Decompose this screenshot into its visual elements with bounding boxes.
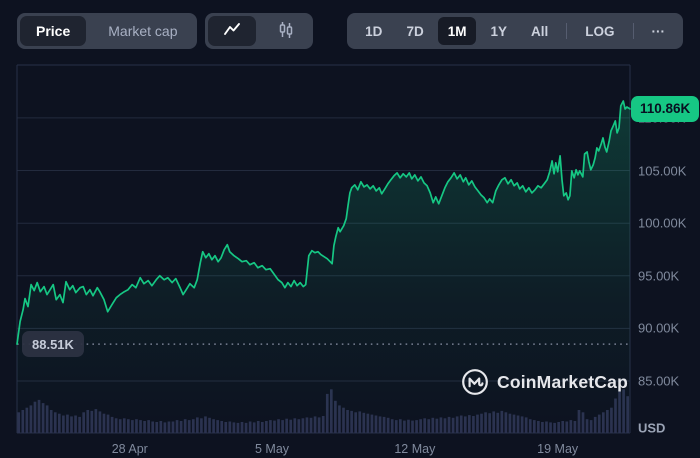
- candlestick-chart-button[interactable]: [262, 16, 310, 46]
- y-axis-unit-label: USD: [638, 421, 665, 436]
- divider: [633, 23, 634, 39]
- chart-canvas[interactable]: [0, 55, 700, 458]
- chart-type-toggle: [205, 13, 313, 49]
- low-price-badge: 88.51K: [22, 331, 84, 357]
- coinmarketcap-logo-icon: [461, 368, 489, 396]
- log-scale-button[interactable]: LOG: [575, 17, 624, 45]
- range-button-1d[interactable]: 1D: [355, 17, 392, 45]
- y-axis-label: 95.00K: [638, 268, 679, 283]
- range-button-7d[interactable]: 7D: [396, 17, 433, 45]
- range-selector: 1D 7D 1M 1Y All LOG ···: [347, 13, 683, 49]
- current-price-badge: 110.86K: [631, 96, 699, 122]
- y-axis-label: 90.00K: [638, 321, 679, 336]
- range-button-1m[interactable]: 1M: [438, 17, 477, 45]
- coinmarketcap-watermark: CoinMarketCap: [461, 367, 628, 397]
- range-button-all[interactable]: All: [521, 17, 558, 45]
- y-axis-label: 85.00K: [638, 374, 679, 389]
- x-axis-label: 5 May: [255, 442, 289, 456]
- x-axis-label: 19 May: [537, 442, 578, 456]
- divider: [566, 23, 567, 39]
- metric-toggle: Price Market cap: [17, 13, 197, 49]
- more-options-button[interactable]: ···: [642, 17, 676, 45]
- x-axis-label: 12 May: [394, 442, 435, 456]
- candlestick-icon: [276, 20, 296, 43]
- line-chart-icon: [222, 21, 242, 42]
- price-chart: 110.00K105.00K100.00K95.00K90.00K85.00KU…: [0, 55, 700, 458]
- watermark-text: CoinMarketCap: [497, 372, 628, 393]
- chart-toolbar: Price Market cap 1D 7D 1M 1Y All LOG: [0, 13, 700, 49]
- y-axis-label: 105.00K: [638, 163, 686, 178]
- x-axis-label: 28 Apr: [112, 442, 148, 456]
- line-chart-button[interactable]: [208, 16, 256, 46]
- range-button-1y[interactable]: 1Y: [480, 17, 517, 45]
- y-axis-label: 100.00K: [638, 216, 686, 231]
- marketcap-toggle-button[interactable]: Market cap: [92, 16, 193, 46]
- price-toggle-button[interactable]: Price: [20, 16, 86, 46]
